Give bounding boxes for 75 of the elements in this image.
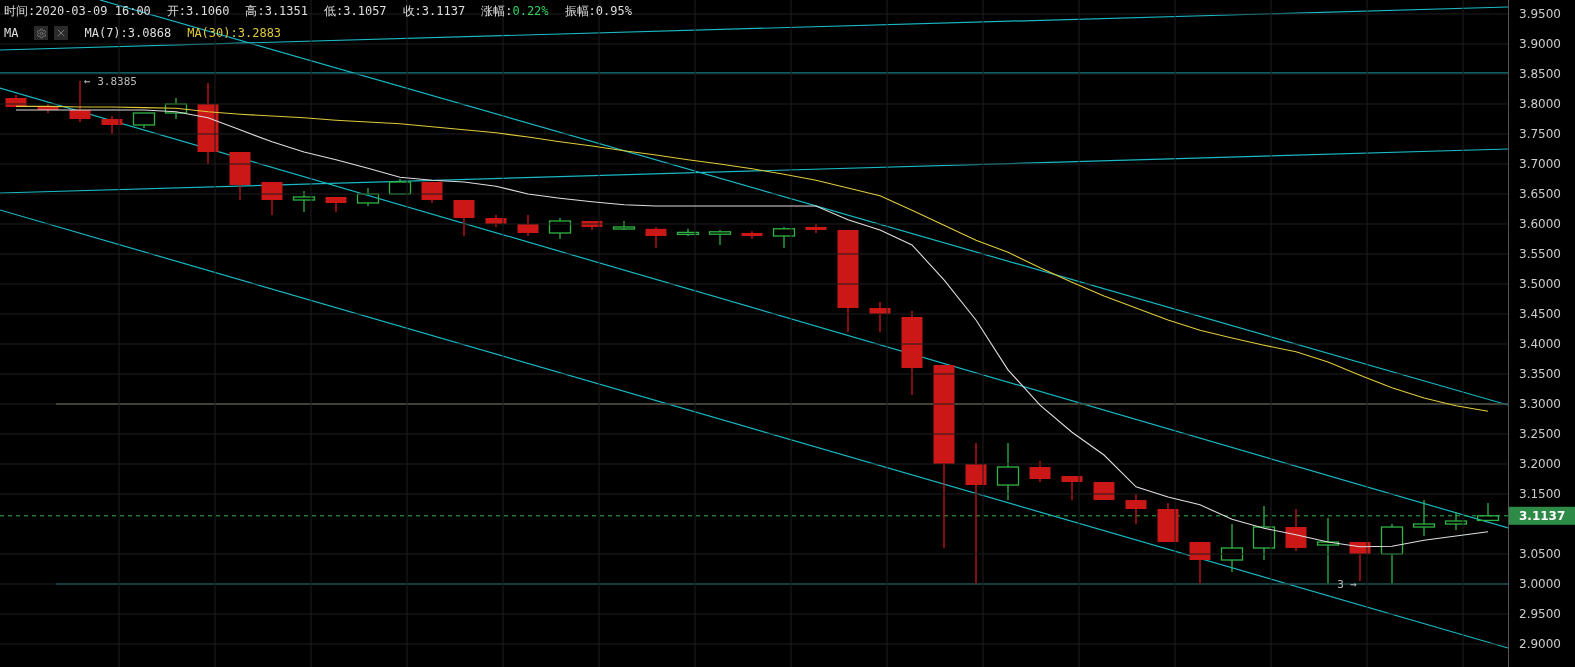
ohlc-reading: 涨幅:0.22% — [481, 3, 549, 20]
axis-tick-label: 3.3000 — [1519, 397, 1561, 411]
axis-tick-label: 2.9000 — [1519, 637, 1561, 651]
axis-tick-label: 3.6000 — [1519, 217, 1561, 231]
candlestick — [1252, 505, 1276, 561]
candlestick — [1189, 541, 1211, 585]
candlestick — [388, 178, 412, 195]
settings-icon[interactable] — [34, 26, 49, 40]
axis-tick-label: 3.8500 — [1519, 67, 1561, 81]
axis-tick-label: 3.1500 — [1519, 487, 1561, 501]
candlestick — [1380, 523, 1404, 585]
candlestick — [1220, 523, 1244, 573]
candlestick — [772, 226, 796, 249]
axis-tick-label: 3.4500 — [1519, 307, 1561, 321]
candlestick — [5, 94, 27, 108]
candlestick — [805, 223, 827, 234]
candlestick — [453, 199, 475, 237]
indicator-label: MA — [4, 26, 19, 40]
candlestick — [1476, 502, 1500, 522]
candlestick — [517, 214, 539, 237]
candlestick — [581, 220, 603, 231]
candlestick — [1061, 475, 1083, 501]
candlestick — [1444, 511, 1468, 531]
candlestick — [164, 97, 188, 120]
candlestick — [676, 228, 700, 237]
axis-tick-label: 3.9000 — [1519, 37, 1561, 51]
close-icon[interactable] — [54, 26, 69, 40]
candlestick — [612, 220, 636, 231]
ohlc-reading: 振幅:0.95% — [564, 3, 632, 20]
axis-tick-label: 3.5000 — [1519, 277, 1561, 291]
price-annotation: ← 3.8385 — [84, 74, 137, 88]
candlestick — [708, 229, 732, 246]
axis-tick-label: 2.9500 — [1519, 607, 1561, 621]
axis-tick-label: 3.4000 — [1519, 337, 1561, 351]
candlestick — [1285, 508, 1307, 552]
candlestick — [261, 181, 283, 216]
candlestick — [996, 442, 1020, 501]
axis-tick-label: 3.6500 — [1519, 187, 1561, 201]
candlestick — [1349, 541, 1371, 582]
candlestick — [485, 214, 507, 228]
price-annotation: 3 → — [1337, 578, 1357, 591]
candlestick — [869, 301, 891, 333]
last-price-tag: 3.1137 — [1509, 506, 1575, 525]
candlestick — [1157, 502, 1179, 543]
indicator-value: MA(7):3.0868 — [84, 26, 172, 40]
candlestick — [101, 115, 123, 135]
candlestick — [645, 226, 667, 249]
axis-tick-label: 3.7000 — [1519, 157, 1561, 171]
axis-tick-label: 3.0000 — [1519, 577, 1561, 591]
axis-tick-label: 3.8000 — [1519, 97, 1561, 111]
ohlc-reading: 收:3.1137 — [402, 3, 466, 20]
candlestick — [1125, 493, 1147, 525]
axis-tick-label: 3.9500 — [1519, 7, 1561, 21]
candlestick — [229, 151, 251, 201]
ohlc-reading: 高:3.1351 — [245, 3, 308, 20]
candlestick — [1412, 499, 1436, 537]
candlestick — [292, 190, 316, 213]
candlestick — [741, 230, 763, 240]
ohlc-reading: 低:3.1057 — [324, 3, 387, 20]
axis-tick-label: 3.0500 — [1519, 547, 1561, 561]
candlestick — [69, 80, 91, 123]
axis-tick-label: 3.2500 — [1519, 427, 1561, 441]
candlestick — [1316, 517, 1340, 585]
candlestick — [37, 103, 59, 114]
candlestick — [1029, 460, 1051, 483]
ohlc-reading: 开:3.1060 — [166, 3, 230, 20]
axis-tick-label: 3.2000 — [1519, 457, 1561, 471]
candlestick — [356, 187, 380, 207]
ohlc-reading: 时间:2020-03-09 16:00 — [4, 3, 151, 20]
axis-tick-label: 3.5500 — [1519, 247, 1561, 261]
candlestick — [132, 112, 156, 129]
candlestick — [325, 196, 347, 213]
axis-tick-label: 3.7500 — [1519, 127, 1561, 141]
candlestick — [548, 217, 572, 240]
axis-tick-label: 3.3500 — [1519, 367, 1561, 381]
